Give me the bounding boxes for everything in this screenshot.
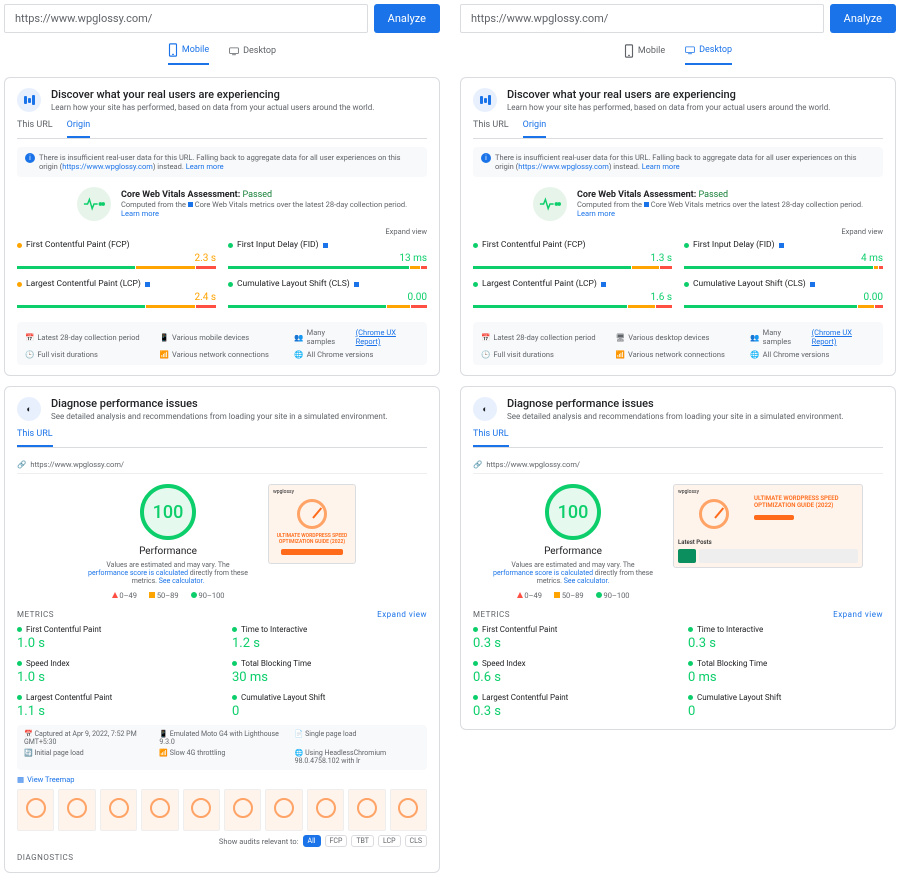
info-banner: i There is insufficient real-user data f… — [17, 147, 427, 177]
foot-chrome: 🌐 All Chrome versions — [294, 350, 419, 359]
expand-view-link[interactable]: Expand view — [17, 227, 427, 236]
capture-settings: 📅 Captured at Apr 9, 2022, 7:52 PM GMT+5… — [17, 725, 427, 770]
foot-devices: 🖥 Various desktop devices — [616, 328, 741, 346]
metric-cls: Cumulative Layout Shift (CLS) 0.00 — [684, 279, 883, 308]
metric-fcp: First Contentful Paint (FCP) 2.3 s — [17, 240, 216, 269]
gauge-icon: ◐ — [17, 397, 41, 421]
analyze-button[interactable]: Analyze — [830, 4, 896, 33]
discover-title: Discover what your real users are experi… — [51, 88, 374, 101]
see-calculator-link[interactable]: See calculator. — [159, 577, 205, 585]
view-treemap-link[interactable]: ▦ View Treemap — [17, 775, 427, 784]
pill-lcp[interactable]: LCP — [378, 835, 401, 847]
analyze-button[interactable]: Analyze — [374, 4, 440, 33]
pill-cls[interactable]: CLS — [405, 835, 427, 847]
foot-chrome: 🌐 All Chrome versions — [750, 350, 875, 359]
tab-mobile[interactable]: Mobile — [168, 43, 209, 65]
info-icon: i — [25, 153, 35, 163]
performance-score: 100 — [140, 484, 196, 540]
metric-cls: Cumulative Layout Shift (CLS) 0.00 — [228, 279, 427, 308]
assessment-learn-more[interactable]: Learn more — [121, 209, 407, 218]
learn-more-link[interactable]: Learn more — [186, 162, 224, 171]
metric-fid: First Input Delay (FID) 4 ms — [684, 240, 883, 269]
tab-desktop[interactable]: Desktop — [229, 43, 276, 65]
expand-view-link[interactable]: Expand view — [473, 227, 883, 236]
metric-lcp: Largest Contentful Paint (LCP) 1.6 s — [473, 279, 672, 308]
diag-subtab-thisurl[interactable]: This URL — [17, 429, 53, 447]
info-icon: i — [481, 153, 491, 163]
learn-more-link[interactable]: Learn more — [642, 162, 680, 171]
metric-fcp: First Contentful Paint (FCP) 1.3 s — [473, 240, 672, 269]
pill-fcp[interactable]: FCP — [325, 835, 348, 847]
pulse-icon — [533, 187, 567, 221]
filmstrip — [17, 789, 427, 831]
info-banner: i There is insufficient real-user data f… — [473, 147, 883, 177]
diagnostics-header: DIAGNOSTICS — [17, 853, 427, 862]
performance-score: 100 — [545, 484, 601, 540]
desktop-icon — [685, 43, 695, 57]
analyzed-url: 🔗https://www.wpglossy.com/ — [473, 456, 883, 474]
diagnose-card: ◐ Diagnose performance issues See detail… — [4, 386, 440, 873]
origin-link[interactable]: https://www.wpglossy.com — [518, 162, 609, 171]
expand-view-link-2[interactable]: Expand view — [377, 610, 427, 619]
subtab-thisurl[interactable]: This URL — [17, 120, 53, 138]
subtab-thisurl[interactable]: This URL — [473, 120, 509, 138]
url-input[interactable] — [460, 4, 824, 33]
diagnose-card: ◐ Diagnose performance issues See detail… — [460, 386, 896, 730]
expand-view-link-2[interactable]: Expand view — [833, 610, 883, 619]
foot-samples: 👥 Many samples (Chrome UX Report) — [294, 328, 419, 346]
foot-net: 📶 Various network connections — [616, 350, 741, 359]
tab-mobile[interactable]: Mobile — [624, 43, 665, 65]
origin-link[interactable]: https://www.wpglossy.com — [62, 162, 153, 171]
subtab-origin[interactable]: Origin — [523, 120, 547, 138]
subtab-origin[interactable]: Origin — [67, 120, 91, 138]
pill-all[interactable]: All — [303, 835, 321, 847]
tab-desktop[interactable]: Desktop — [685, 43, 732, 65]
pulse-icon — [77, 187, 111, 221]
url-input[interactable] — [4, 4, 368, 33]
discover-card: Discover what your real users are experi… — [4, 77, 440, 376]
analyzed-url: 🔗https://www.wpglossy.com/ — [17, 456, 427, 474]
gauge-icon: ◐ — [473, 397, 497, 421]
page-thumbnail: wpglossy ULTIMATE WORDPRESS SPEED OPTIMI… — [673, 484, 863, 568]
foot-net: 📶 Various network connections — [160, 350, 285, 359]
desktop-icon — [229, 44, 239, 58]
perf-score-link[interactable]: performance score is calculated — [88, 569, 188, 577]
chart-icon — [473, 88, 497, 112]
mobile-icon — [624, 44, 634, 58]
mobile-icon — [168, 43, 178, 57]
perf-score-link[interactable]: performance score is calculated — [493, 569, 593, 577]
diag-subtab-thisurl[interactable]: This URL — [473, 429, 509, 447]
foot-visit: 🕒 Full visit durations — [481, 350, 606, 359]
assessment-status: Passed — [698, 190, 728, 200]
foot-devices: 📱 Various mobile devices — [160, 328, 285, 346]
foot-period: 📅 Latest 28-day collection period — [481, 328, 606, 346]
see-calculator-link[interactable]: See calculator. — [564, 577, 610, 585]
assessment-learn-more[interactable]: Learn more — [577, 209, 863, 218]
metric-fid: First Input Delay (FID) 13 ms — [228, 240, 427, 269]
assessment-status: Passed — [242, 190, 272, 200]
pill-tbt[interactable]: TBT — [351, 835, 374, 847]
foot-period: 📅 Latest 28-day collection period — [25, 328, 150, 346]
foot-samples: 👥 Many samples (Chrome UX Report) — [750, 328, 875, 346]
page-thumbnail: wpglossy ULTIMATE WORDPRESS SPEED OPTIMI… — [268, 484, 356, 564]
chart-icon — [17, 88, 41, 112]
discover-card: Discover what your real users are experi… — [460, 77, 896, 376]
foot-visit: 🕒 Full visit durations — [25, 350, 150, 359]
metric-lcp: Largest Contentful Paint (LCP) 2.4 s — [17, 279, 216, 308]
